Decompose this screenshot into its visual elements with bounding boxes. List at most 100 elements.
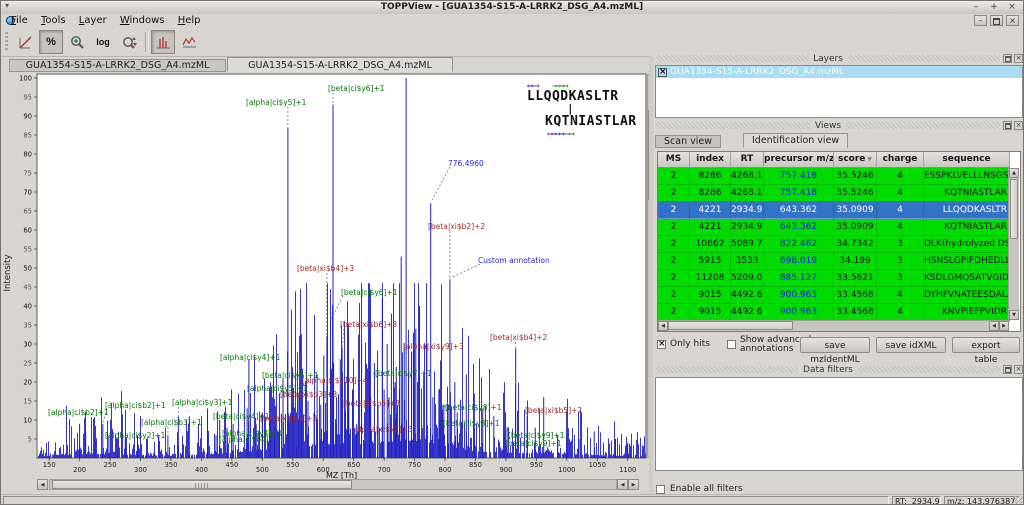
mdi-restore-button[interactable] [990, 15, 1003, 26]
document-tab-2[interactable]: GUA1354-S15-A-LRRK2_DSG_A4.mzML [227, 57, 453, 72]
enable-filters-checkmark[interactable] [656, 485, 665, 494]
peak-annotation[interactable]: Custom annotation [478, 256, 550, 265]
views-panel-header[interactable]: Views × [653, 120, 1024, 131]
plot-horizontal-scrollbar[interactable]: ◀ ◀ ▶ [37, 479, 639, 490]
table-cell[interactable]: 4492.67 [731, 287, 764, 304]
spectrum-view[interactable]: 5101520253035404550556065707580859095100… [1, 73, 653, 479]
layer-item[interactable]: × GUA1354-S15-A-LRRK2_DSG_A4.mzML [656, 66, 1022, 78]
table-row[interactable]: 282864268.15757.41835.52464KQTNIASTLAR [658, 185, 1010, 202]
table-cell[interactable]: 33.5621 [834, 270, 877, 287]
peak-annotation[interactable]: [alpha|ci$y4]+1 [220, 353, 281, 362]
table-cell[interactable]: 2 [658, 287, 690, 304]
views-float-button[interactable] [1003, 121, 1012, 130]
table-cell[interactable]: 4 [877, 185, 924, 202]
table-row[interactable]: 242212934.92643.36235.09094LLQQDKASLTR [658, 202, 1010, 219]
table-cell[interactable]: 3533 [731, 253, 764, 270]
table-cell[interactable]: 35.5246 [834, 185, 877, 202]
peak-annotation[interactable]: [alpha|ci$y5]+1 [246, 98, 307, 107]
menu-file[interactable]: File [11, 15, 28, 26]
peak-annotation[interactable]: [beta|xi$b2]+2 [428, 222, 485, 231]
table-row[interactable]: 290154492.67900.96333.45684DYHFVNATEESDA… [658, 287, 1010, 304]
table-row[interactable]: 242212934.92643.36235.09094KQTNIASTLAR [658, 219, 1010, 236]
document-tab-1[interactable]: GUA1354-S15-A-LRRK2_DSG_A4.mzML [9, 59, 226, 72]
peak-annotation[interactable]: [alpha|ci$b2]+1 [48, 408, 109, 417]
zoom-stack-button[interactable] [117, 30, 141, 54]
show-advanced-checkmark[interactable] [727, 340, 736, 349]
peak-annotation[interactable]: [beta|ci$y9]+1 [505, 439, 562, 448]
peak-annotation[interactable]: [beta|ci$y8]+1 [445, 403, 502, 412]
peptide-annotation[interactable]: ←←→→→→→ LLQQDKASLTR | KQTNIASTLAR ←←←←←→… [519, 81, 651, 138]
table-scroll-left-2[interactable]: ◀ [989, 321, 999, 331]
filters-close-button[interactable]: × [1014, 365, 1023, 374]
table-cell[interactable]: 35.0909 [834, 219, 877, 236]
peak-annotation[interactable]: [beta|xi$b5]+3 [343, 399, 400, 408]
table-cell[interactable]: 3 [877, 270, 924, 287]
table-cell[interactable]: 3 [877, 253, 924, 270]
table-vertical-scrollbar[interactable]: ▲▼ [1008, 168, 1019, 320]
profile-view-button[interactable] [177, 30, 201, 54]
window-titlebar[interactable]: ▾ TOPPView - [GUA1354-S15-A-LRRK2_DSG_A4… [1, 1, 1023, 15]
table-cell[interactable]: DYHFVNATEESDALAK [924, 287, 1010, 304]
peak-annotation[interactable]: [beta|xi$b3]+3 [280, 390, 337, 399]
table-cell[interactable]: LLQQDKASLTR [924, 202, 1010, 219]
show-advanced-checkbox[interactable]: Show advanced annotations [727, 336, 811, 354]
resize-grip[interactable] [1012, 496, 1023, 505]
table-cell[interactable]: 11208 [690, 270, 731, 287]
stick-view-button[interactable] [151, 30, 175, 54]
peak-annotation[interactable]: [alpha|xi$y9]+3 [403, 342, 464, 351]
scroll-left-button-2[interactable]: ◀ [617, 479, 628, 490]
table-cell[interactable]: HSNSLGPIFDHEDLLK(hy [924, 253, 1010, 270]
menu-tools[interactable]: Tools [41, 15, 66, 26]
table-cell[interactable]: 2 [658, 236, 690, 253]
table-cell[interactable]: 698.019 [764, 253, 834, 270]
menu-windows[interactable]: Windows [120, 15, 165, 26]
table-cell[interactable]: 3 [877, 236, 924, 253]
filters-float-button[interactable] [1003, 365, 1012, 374]
layers-list[interactable]: × GUA1354-S15-A-LRRK2_DSG_A4.mzML [655, 65, 1023, 118]
peak-annotation[interactable]: [alpha|ci$y2]+1 [105, 431, 166, 440]
table-scroll-right[interactable]: ▶ [999, 321, 1009, 331]
zoom-button[interactable] [65, 30, 89, 54]
table-cell[interactable]: 2 [658, 202, 690, 219]
table-cell[interactable]: 2 [658, 185, 690, 202]
table-cell[interactable]: 8286 [690, 168, 731, 185]
tab-identification-view[interactable]: Identification view [743, 133, 848, 148]
data-filters-list[interactable] [655, 377, 1023, 471]
table-cell[interactable]: ESSPKLVELLLNSGS [924, 168, 1010, 185]
table-cell[interactable]: 2 [658, 304, 690, 321]
table-scroll-down[interactable]: ▼ [1009, 310, 1019, 320]
table-hscroll-thumb[interactable] [668, 321, 793, 330]
column-header-score[interactable]: score▼ [834, 152, 877, 168]
table-row[interactable]: 259153533698.01934.1993HSNSLGPIFDHEDLLK(… [658, 253, 1010, 270]
table-cell[interactable]: KSDLGMQSATVGIDVKDV [924, 270, 1010, 287]
tab-scan-view[interactable]: Scan view [655, 135, 721, 148]
only-hits-checkmark[interactable]: × [657, 340, 666, 349]
toolbar-drag-handle[interactable] [5, 32, 8, 52]
table-cell[interactable]: KQTNIASTLAR [924, 185, 1010, 202]
peak-annotation[interactable]: [beta|xi$b4]+3 [297, 264, 354, 273]
table-cell[interactable]: 5089.75 [731, 236, 764, 253]
intensity-percentage-button[interactable]: % [39, 30, 63, 54]
table-cell[interactable]: 900.963 [764, 304, 834, 321]
table-cell[interactable]: 4268.15 [731, 168, 764, 185]
table-cell[interactable]: 9015 [690, 287, 731, 304]
export-table-button[interactable]: export table [952, 337, 1020, 353]
window-minimize-button[interactable]: – [971, 2, 981, 12]
identification-table[interactable]: MSindexRTprecursor m/zscore▼chargesequen… [657, 151, 1021, 332]
peak-annotation[interactable]: [beta|ci$y6]+1 [341, 288, 398, 297]
table-cell[interactable]: DLK(hydrolyzed DSG)PH [924, 236, 1010, 253]
table-cell[interactable]: 4 [877, 219, 924, 236]
window-maximize-button[interactable]: + [989, 2, 999, 12]
column-header-index[interactable]: index [690, 152, 731, 168]
column-header-rt[interactable]: RT [731, 152, 764, 168]
peak-annotation[interactable]: 776.4960 [448, 159, 484, 168]
peak-annotation[interactable]: [beta|xi$b4]+2 [490, 333, 547, 342]
table-scroll-left[interactable]: ◀ [658, 321, 668, 331]
save-mzidentml-button[interactable]: save mzIdentML [800, 337, 870, 353]
table-cell[interactable]: 757.418 [764, 185, 834, 202]
table-row[interactable]: 2112085209.06885.12733.56213KSDLGMQSATVG… [658, 270, 1010, 287]
peak-annotation[interactable]: [beta|ci$y7]+1 [375, 369, 432, 378]
table-row[interactable]: 2108625089.75822.46234.73423DLK(hydrolyz… [658, 236, 1010, 253]
table-scroll-up[interactable]: ▲ [1009, 168, 1019, 178]
column-header-charge[interactable]: charge [877, 152, 924, 168]
